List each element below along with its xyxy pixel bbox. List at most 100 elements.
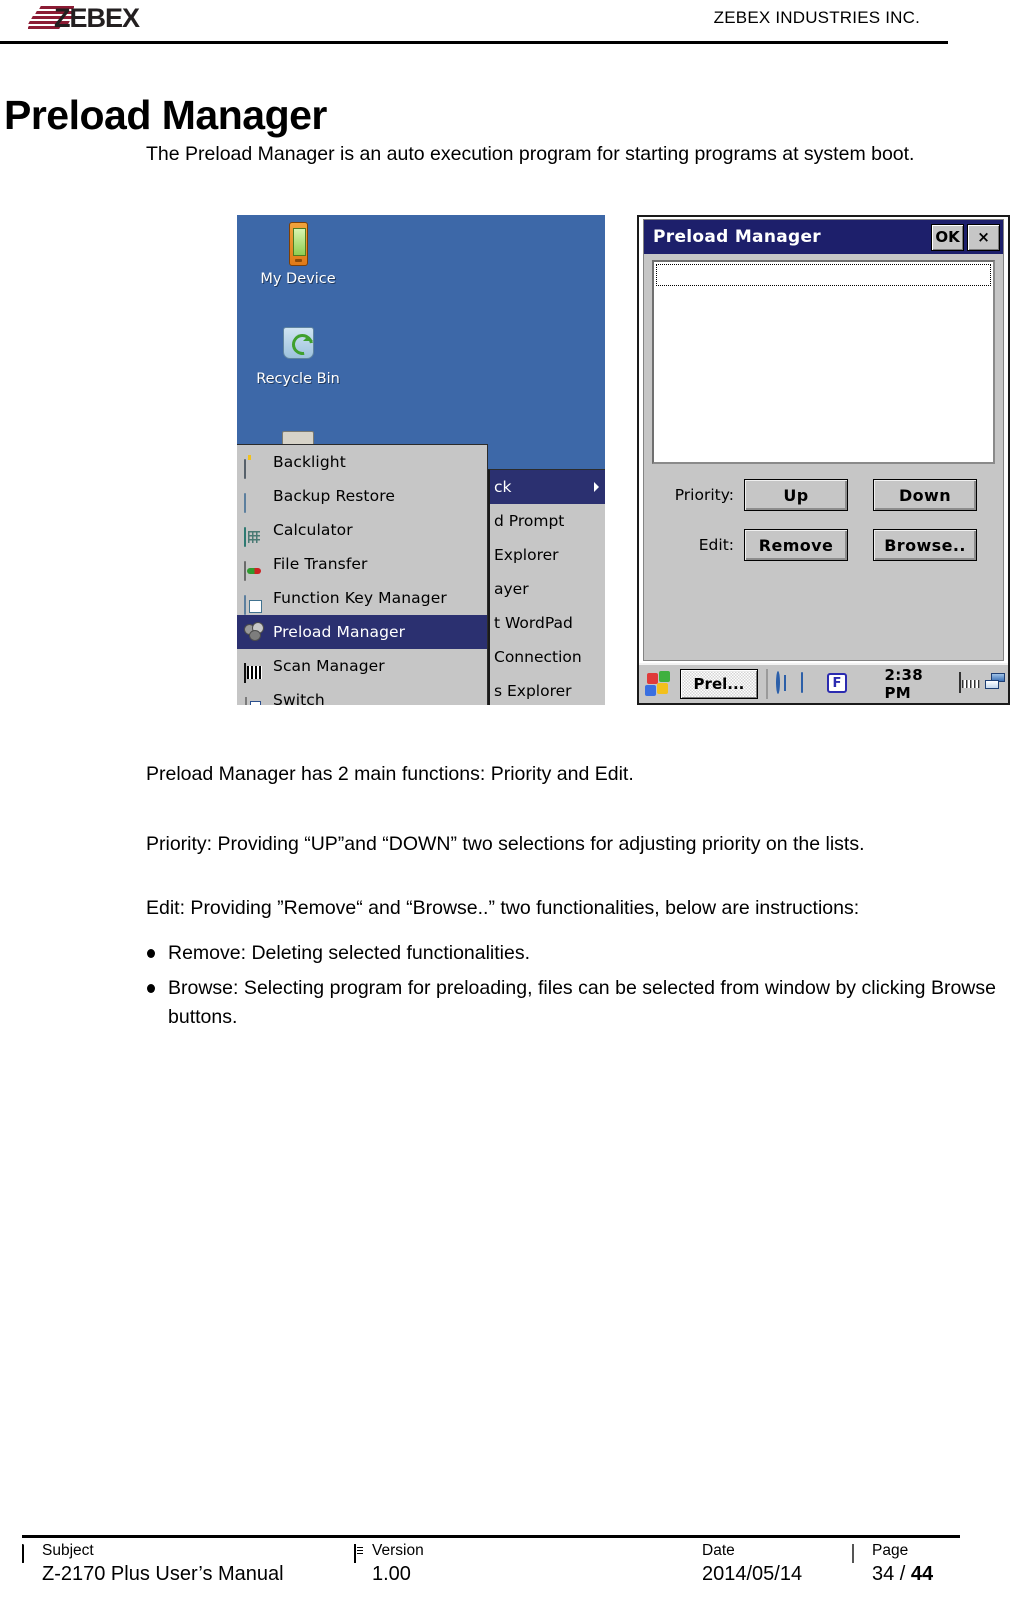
footer-date: Date 2014/05/14 <box>682 1540 852 1587</box>
footer-date-value: 2014/05/14 <box>702 1563 803 1585</box>
menu-item-file-transfer[interactable]: File Transfer <box>237 547 487 581</box>
menu-item-scan-manager[interactable]: Scan Manager <box>237 649 487 683</box>
taskbar-task-button[interactable]: Prel... <box>679 669 758 699</box>
menu-item-label: Function Key Manager <box>273 589 447 607</box>
window-title: Preload Manager <box>653 227 821 247</box>
priority-paragraph: Priority: Providing “UP”and “DOWN” two s… <box>146 832 865 855</box>
up-button[interactable]: Up <box>744 479 848 511</box>
barcode-icon[interactable] <box>853 673 873 695</box>
book-icon <box>852 1543 869 1563</box>
footer-version: Version 1.00 <box>352 1540 552 1587</box>
preload-manager-window: Preload Manager OK × Priority: Up Down E… <box>643 219 1004 661</box>
taskbar-clock[interactable]: 2:38 PM <box>878 666 953 702</box>
desktop-icon-label: My Device <box>260 271 336 287</box>
pc-connection-icon[interactable] <box>801 672 821 695</box>
footer-version-head: Version <box>352 1540 552 1563</box>
menu-item-label: Backup Restore <box>273 487 395 505</box>
submenu-item[interactable]: t WordPad <box>490 606 605 640</box>
footer-page-head: Page <box>852 1540 962 1563</box>
intro-paragraph: The Preload Manager is an auto execution… <box>146 142 915 165</box>
device-taskbar: Prel... F 2:38 PM <box>639 663 1008 703</box>
menu-item-calculator[interactable]: Calculator <box>237 513 487 547</box>
network-icon[interactable] <box>775 671 796 695</box>
edit-block: Edit: Providing ”Remove“ and “Browse..” … <box>146 874 996 942</box>
submenu-item[interactable]: s Explorer <box>490 674 605 705</box>
bullet-dot-icon <box>147 949 155 958</box>
preload-list-box[interactable] <box>652 260 995 464</box>
menu-item-switch[interactable]: Switch <box>237 683 487 705</box>
submenu-item-label: ck <box>494 478 512 496</box>
close-icon[interactable]: × <box>967 223 1000 251</box>
submenu-item[interactable]: ck <box>490 470 605 504</box>
menu-item-preload-manager[interactable]: Preload Manager <box>237 615 487 649</box>
menu-item-backlight[interactable]: Backlight <box>237 445 487 479</box>
edit-label: Edit: <box>698 536 734 554</box>
menu-item-label: Switch <box>273 691 325 705</box>
bullet-remove-text: Remove: Deleting selected functionalitie… <box>168 942 531 964</box>
desktop-icon-my-device[interactable]: My Device <box>243 221 353 287</box>
footer-subject-value: Z-2170 Plus User’s Manual <box>42 1563 284 1585</box>
page-total: 44 <box>910 1563 934 1585</box>
switch-icon <box>244 690 264 705</box>
priority-row: Priority: Up Down <box>644 474 1003 516</box>
footer-date-head-label: Date <box>702 1542 735 1559</box>
submenu-item[interactable]: d Prompt <box>490 504 605 538</box>
page-separator: / <box>894 1563 911 1585</box>
f-mode-icon[interactable]: F <box>826 673 847 695</box>
ok-button[interactable]: OK <box>931 223 964 251</box>
chevron-right-icon <box>594 482 604 492</box>
start-menu: Backlight Backup Restore Calculator File… <box>237 444 488 705</box>
f-mode-label: F <box>826 673 847 693</box>
edit-paragraph: Edit: Providing ”Remove“ and “Browse..” … <box>146 896 860 919</box>
pda-device-icon <box>275 221 321 267</box>
submenu-item[interactable]: Connection <box>490 640 605 674</box>
submenu-item[interactable]: Explorer <box>490 538 605 572</box>
footer-subject-head-label: Subject <box>42 1542 94 1559</box>
bullet-browse-text: Browse: Selecting program for preloading… <box>168 977 996 1028</box>
screenshot-device-desktop: My Device Recycle Bin ck d Prompt Explor… <box>237 215 605 705</box>
preload-controls: Priority: Up Down Edit: Remove Browse.. <box>644 474 1003 574</box>
menu-item-function-key-manager[interactable]: Function Key Manager <box>237 581 487 615</box>
list-focus-outline <box>656 264 991 286</box>
menu-item-label: Calculator <box>273 521 353 539</box>
recycle-bin-icon <box>275 321 321 367</box>
header-divider <box>0 41 948 44</box>
scan-manager-icon <box>244 656 264 683</box>
footer-version-head-label: Version <box>372 1542 424 1559</box>
windows-tasks-icon[interactable] <box>984 673 1005 695</box>
start-button-icon[interactable] <box>643 669 674 699</box>
folder-icon <box>22 1543 39 1563</box>
page-current: 34 <box>872 1563 895 1585</box>
preload-manager-icon <box>244 622 264 642</box>
backlight-icon <box>244 452 264 479</box>
footer-subject-head: Subject <box>22 1540 352 1563</box>
footer-date-head: Date <box>682 1540 852 1561</box>
menu-item-label: Preload Manager <box>273 623 406 641</box>
file-transfer-icon <box>244 554 264 581</box>
footer-page: Page 34 / 44 <box>852 1540 962 1587</box>
footer-divider <box>22 1535 960 1538</box>
footer-page-value: 34 / 44 <box>852 1561 962 1587</box>
system-tray: F 2:38 PM <box>765 666 1005 702</box>
priority-label: Priority: <box>674 486 734 504</box>
screenshot-preload-manager: Preload Manager OK × Priority: Up Down E… <box>637 215 1010 705</box>
menu-item-label: File Transfer <box>273 555 368 573</box>
company-name: ZEBEX INDUSTRIES INC. <box>713 8 920 27</box>
edit-row: Edit: Remove Browse.. <box>644 524 1003 566</box>
keyboard-icon[interactable] <box>959 672 979 695</box>
menu-item-label: Scan Manager <box>273 657 385 675</box>
footer-page-head-label: Page <box>872 1542 909 1559</box>
submenu-top-strip <box>488 444 605 469</box>
bullet-remove-block: Remove: Deleting selected functionalitie… <box>146 939 996 968</box>
down-button[interactable]: Down <box>873 479 977 511</box>
desktop-icon-recycle-bin[interactable]: Recycle Bin <box>243 321 353 387</box>
menu-item-backup-restore[interactable]: Backup Restore <box>237 479 487 513</box>
priority-block: Priority: Providing “UP”and “DOWN” two s… <box>146 810 996 878</box>
two-functions-block: Preload Manager has 2 main functions: Pr… <box>146 740 996 808</box>
remove-button[interactable]: Remove <box>744 529 848 561</box>
submenu-item[interactable]: ayer <box>490 572 605 606</box>
document-icon <box>352 1543 369 1563</box>
footer-subject: Subject Z-2170 Plus User’s Manual <box>22 1540 352 1587</box>
bullet-browse: Browse: Selecting program for preloading… <box>146 974 996 1032</box>
browse-button[interactable]: Browse.. <box>873 529 977 561</box>
